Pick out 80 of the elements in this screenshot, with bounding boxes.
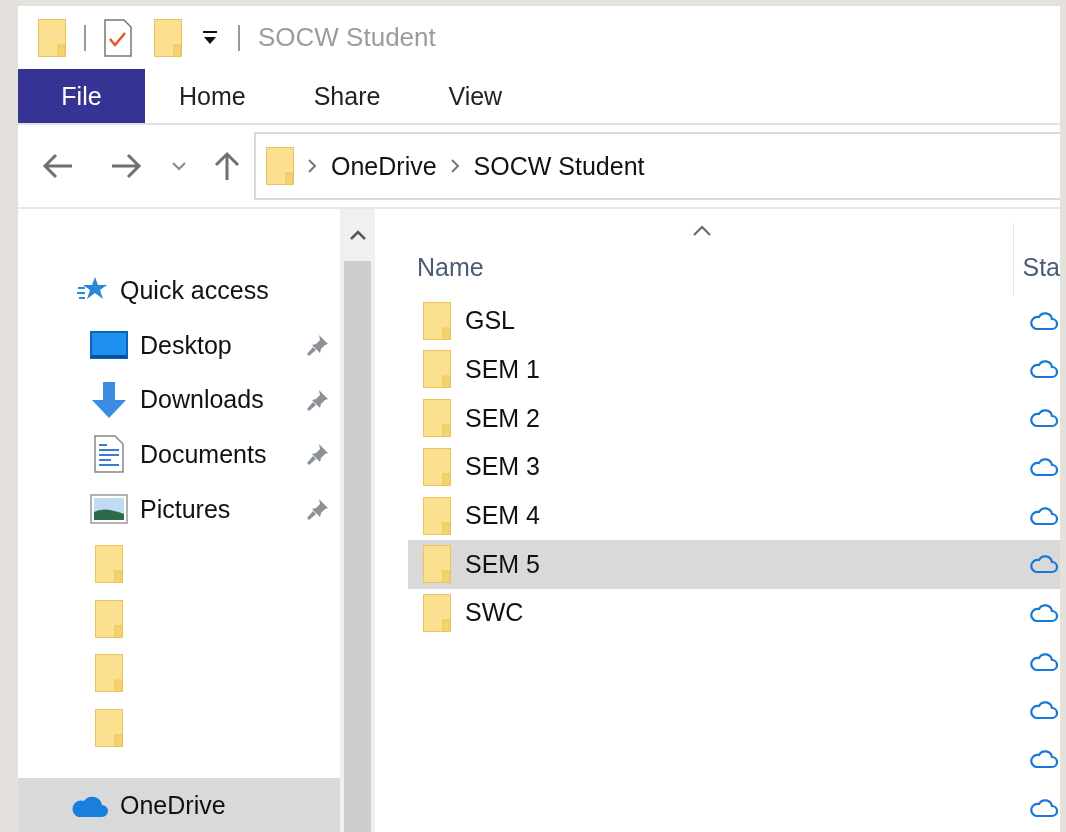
document-icon <box>94 435 124 474</box>
cloud-icon <box>1030 797 1058 818</box>
folder-icon <box>38 18 66 57</box>
scrollbar-thumb[interactable] <box>344 261 371 832</box>
sidebar-item[interactable]: Downloads <box>18 372 340 428</box>
folder-icon <box>95 654 123 693</box>
sidebar-label: OneDrive <box>120 790 227 820</box>
folder-icon <box>423 496 451 535</box>
pin-icon[interactable] <box>306 497 330 522</box>
file-menu-tab[interactable]: File <box>18 69 145 123</box>
file-name: SEM 3 <box>465 452 542 482</box>
scrollbar[interactable] <box>340 209 375 832</box>
file-name: SEM 1 <box>465 354 542 384</box>
back-arrow-icon[interactable] <box>42 153 74 179</box>
dropdown-icon[interactable] <box>200 29 220 46</box>
breadcrumb[interactable]: OneDrive <box>331 151 437 181</box>
sidebar-item[interactable]: Quick access <box>18 263 340 318</box>
cloud-icon <box>1030 408 1058 429</box>
desktop-icon <box>90 331 128 360</box>
cloud-icon <box>1030 359 1058 380</box>
chevron-right-icon <box>450 159 460 173</box>
cloud-icon <box>1030 700 1058 721</box>
sidebar-label: Pictures <box>140 494 232 524</box>
up-arrow-icon[interactable] <box>214 151 240 181</box>
chevron-down-icon[interactable] <box>172 161 186 171</box>
column-header[interactable]: Name <box>417 253 484 281</box>
ribbon-tab[interactable]: Home <box>145 69 280 123</box>
file-row[interactable]: SEM 5 <box>408 539 1060 589</box>
forward-arrow-icon[interactable] <box>110 153 142 179</box>
sidebar-label: Desktop <box>140 330 233 360</box>
sidebar-item[interactable]: Documents <box>18 427 340 482</box>
window-title: SOCW Student <box>258 22 436 53</box>
down-arrow-icon <box>90 380 128 419</box>
address-bar[interactable]: OneDrive SOCW Student <box>254 132 1060 200</box>
file-name: SEM 5 <box>465 549 542 579</box>
breadcrumb[interactable]: SOCW Student <box>473 151 645 181</box>
cloud-icon <box>1030 602 1058 623</box>
file-row[interactable]: SEM 2 <box>408 393 1060 443</box>
folder-icon <box>423 399 451 438</box>
folder-icon <box>423 301 451 340</box>
file-name: GSL <box>465 306 517 336</box>
file-name: SWC <box>465 598 525 628</box>
ribbon-tab[interactable]: Share <box>279 69 415 123</box>
folder-icon <box>423 350 451 389</box>
sidebar-label: Downloads <box>140 385 265 415</box>
folder-icon <box>95 544 123 583</box>
folder-icon <box>95 708 123 747</box>
folder-icon <box>423 545 451 584</box>
pin-icon[interactable] <box>306 442 330 467</box>
chevron-right-icon <box>308 159 317 173</box>
ribbon-tab[interactable]: View <box>414 69 537 123</box>
sidebar-item[interactable]: Pictures <box>18 481 340 537</box>
file-row[interactable]: SEM 3 <box>408 442 1060 492</box>
sidebar-item[interactable]: Desktop <box>18 317 340 373</box>
cloud-icon <box>1030 748 1058 769</box>
file-row[interactable]: GSL <box>408 296 1060 346</box>
folder-icon <box>266 147 294 185</box>
column-header[interactable]: Sta <box>1022 253 1060 281</box>
sidebar-label: Documents <box>140 439 268 469</box>
file-name: SEM 2 <box>465 403 542 433</box>
chevron-up-icon[interactable] <box>349 230 366 240</box>
cloud-icon <box>1030 456 1058 477</box>
pin-icon[interactable] <box>306 333 330 358</box>
cloud-icon <box>1030 651 1058 672</box>
cloud-icon <box>1030 505 1058 526</box>
folder-icon <box>423 593 451 632</box>
folder-icon <box>95 599 123 638</box>
cloud-icon <box>1030 310 1058 331</box>
file-name: SEM 4 <box>465 501 542 531</box>
cloud-icon <box>1030 554 1058 575</box>
file-row[interactable]: SEM 1 <box>408 345 1060 394</box>
sidebar-item[interactable]: OneDrive <box>18 778 340 832</box>
sidebar-label: Quick access <box>120 275 270 305</box>
folder-icon <box>154 18 182 57</box>
file-row[interactable]: SEM 4 <box>408 491 1060 540</box>
folder-icon <box>423 447 451 486</box>
checklist-icon[interactable] <box>104 18 132 57</box>
pin-icon[interactable] <box>306 387 330 412</box>
picture-icon <box>90 494 128 525</box>
file-row[interactable]: SWC <box>408 588 1060 638</box>
